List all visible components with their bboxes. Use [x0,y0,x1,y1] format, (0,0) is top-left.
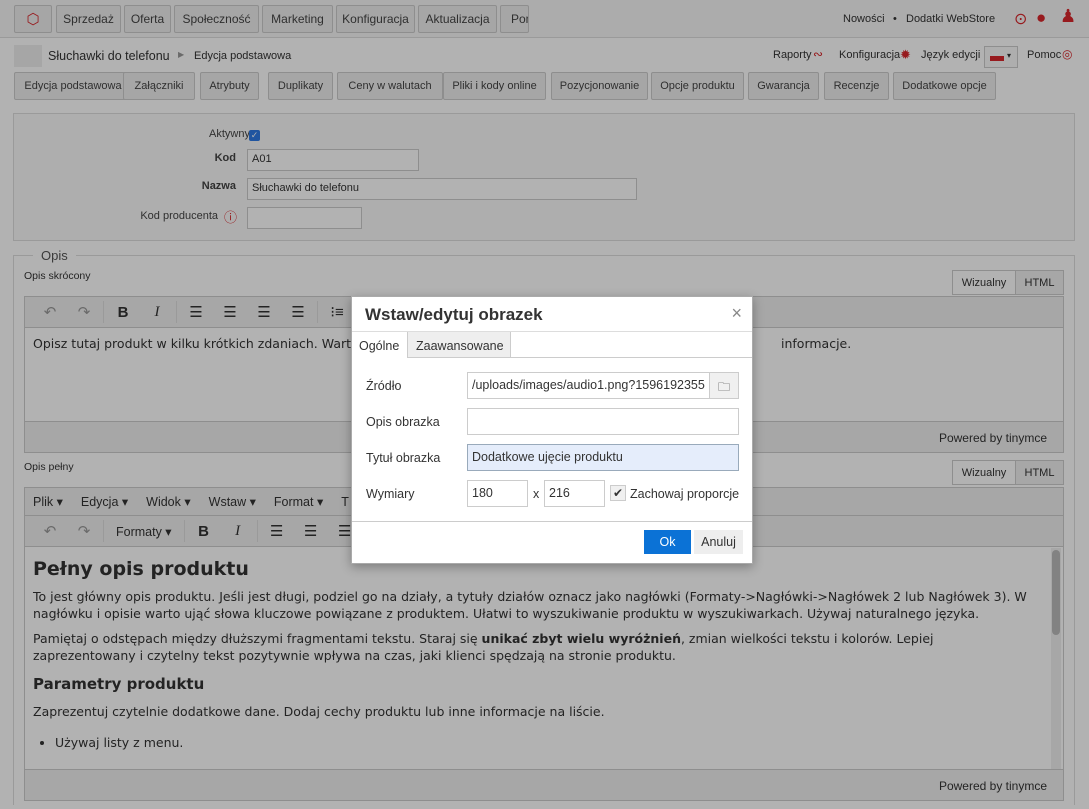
keep-proportions-label[interactable]: Zachowaj proporcje [630,487,739,501]
ok-button[interactable]: Ok [644,530,691,554]
keep-proportions-checkbox[interactable]: ✔ [610,485,626,501]
tab-general[interactable]: Ogólne [352,332,407,358]
dialog-title: Wstaw/edytuj obrazek [365,305,543,324]
dimension-separator: x [533,487,540,501]
height-input[interactable]: 216 [544,480,605,507]
dimensions-label: Wymiary [366,487,415,501]
width-input[interactable]: 180 [467,480,528,507]
dialog-tabs: Ogólne Zaawansowane [352,332,752,358]
title-label: Tytuł obrazka [366,451,441,465]
source-label: Źródło [366,379,402,393]
cancel-button[interactable]: Anuluj [694,530,743,554]
browse-folder-icon[interactable]: 🗀 [709,372,739,399]
alt-input[interactable] [467,408,739,435]
close-icon[interactable]: × [731,303,742,324]
source-input[interactable]: /uploads/images/audio1.png?1596192355 [467,372,710,399]
alt-label: Opis obrazka [366,415,440,429]
tab-advanced[interactable]: Zaawansowane [407,332,511,358]
title-input[interactable]: Dodatkowe ujęcie produktu [467,444,739,471]
image-dialog: Wstaw/edytuj obrazek × Ogólne Zaawansowa… [351,296,753,564]
